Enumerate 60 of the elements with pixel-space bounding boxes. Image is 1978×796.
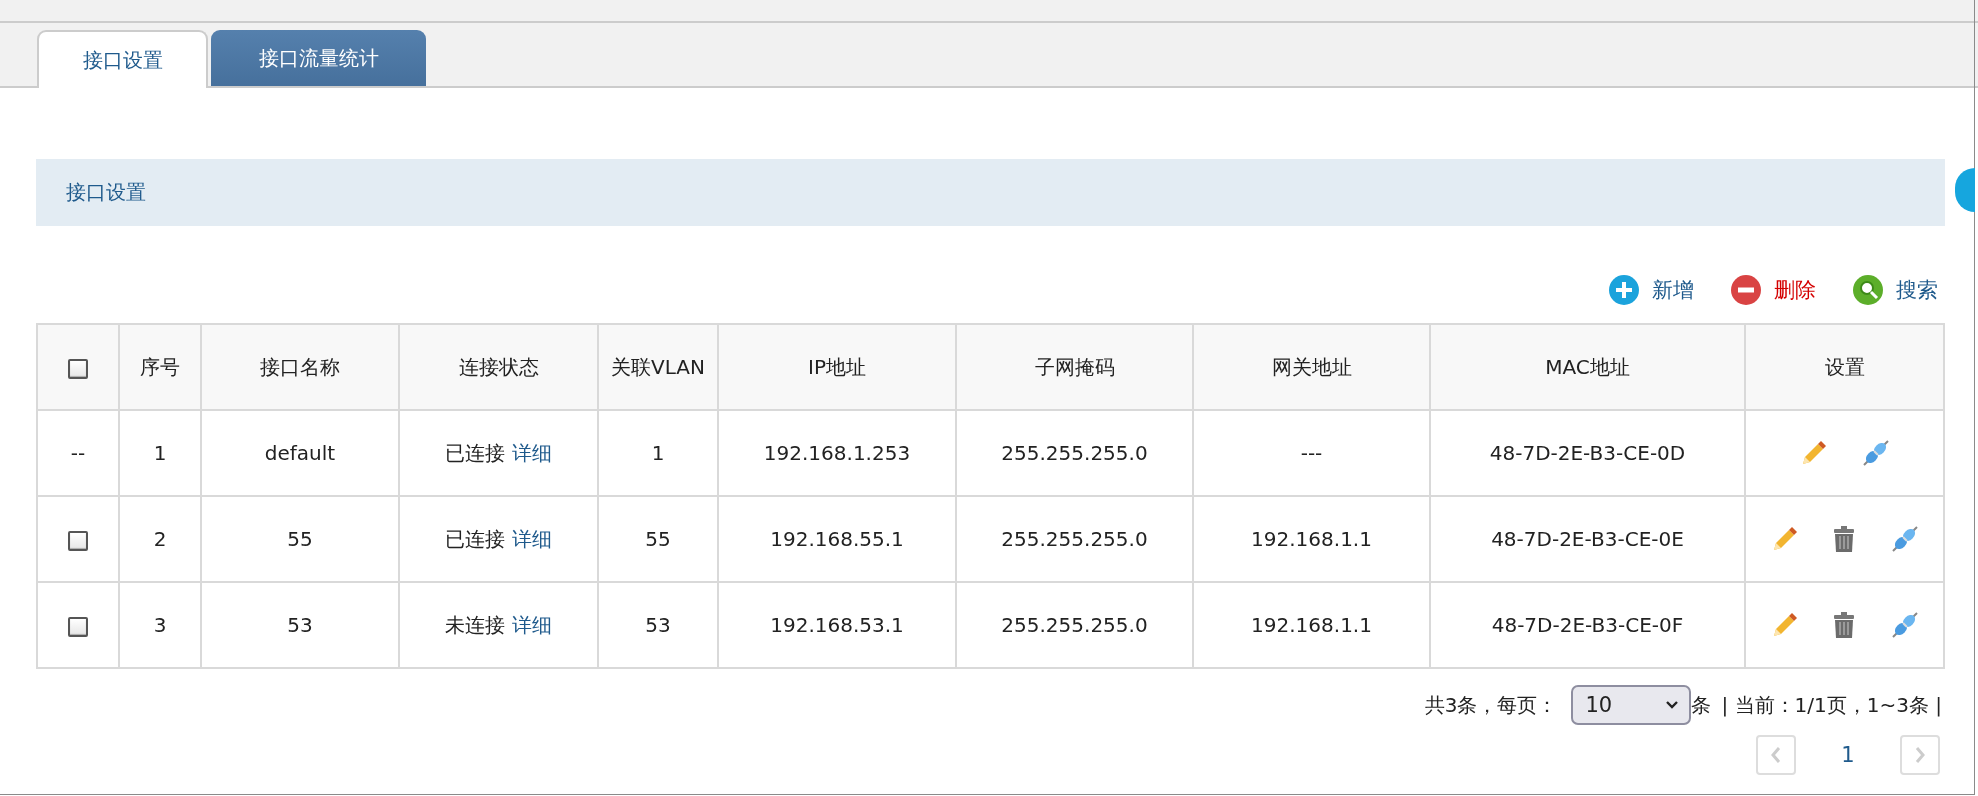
table-cell: 192.168.1.1 (1193, 496, 1430, 582)
table-cell: 1 (119, 410, 201, 496)
table-cell: 55 (201, 496, 399, 582)
table-cell: 3 (119, 582, 201, 668)
status-text: 已连接 (445, 440, 506, 465)
table-cell: 53 (201, 582, 399, 668)
add-button[interactable]: 新增 (1652, 276, 1694, 304)
checkbox[interactable] (68, 616, 88, 637)
section-title: 接口设置 (66, 179, 146, 206)
table-cell: 255.255.255.0 (956, 582, 1193, 668)
table-cell: 48-7D-2E-B3-CE-0E (1430, 496, 1745, 582)
column-header: IP地址 (718, 324, 956, 410)
column-header: MAC地址 (1430, 324, 1745, 410)
column-header: 连接状态 (399, 324, 598, 410)
current-page-info: | 当前：1/1页，1~3条 | (1721, 691, 1942, 719)
table-cell: 255.255.255.0 (956, 410, 1193, 496)
column-header: 网关地址 (1193, 324, 1430, 410)
table-cell: 192.168.1.253 (718, 410, 956, 496)
table-cell: default (201, 410, 399, 496)
table-cell: 1 (598, 410, 718, 496)
page-size-select[interactable]: 10 (1571, 685, 1692, 725)
floating-button[interactable] (1955, 168, 1975, 212)
column-header: 关联VLAN (598, 324, 718, 410)
total-text: 共3条，每页： (1424, 691, 1558, 719)
table-cell: 255.255.255.0 (956, 496, 1193, 582)
column-header: 序号 (119, 324, 201, 410)
page-number[interactable]: 1 (1828, 743, 1868, 767)
chevron-left-icon (1770, 745, 1782, 765)
minus-icon (1730, 274, 1762, 306)
table-cell: 53 (598, 582, 718, 668)
unit-text: 条 (1691, 691, 1712, 719)
tab[interactable]: 接口流量统计 (211, 30, 426, 86)
checkbox[interactable] (68, 358, 88, 379)
table-cell: 48-7D-2E-B3-CE-0F (1430, 582, 1745, 668)
table-cell: 2 (119, 496, 201, 582)
status-text: 未连接 (445, 612, 506, 637)
tab[interactable]: 接口设置 (37, 30, 208, 88)
table-cell: 48-7D-2E-B3-CE-0D (1430, 410, 1745, 496)
chevron-icon (1665, 700, 1680, 710)
column-header: 接口名称 (201, 324, 399, 410)
detail-link[interactable]: 详细 (511, 612, 552, 637)
search-icon (1852, 274, 1884, 306)
delete-button[interactable]: 删除 (1774, 276, 1816, 304)
status-text: 已连接 (445, 526, 506, 551)
trash-icon[interactable] (1831, 611, 1856, 639)
column-header: 子网掩码 (956, 324, 1193, 410)
add-icon (1608, 274, 1640, 306)
chevron-right-icon (1914, 745, 1926, 765)
table-cell: 192.168.55.1 (718, 496, 956, 582)
trash-icon[interactable] (1831, 525, 1856, 553)
column-header: 设置 (1745, 324, 1944, 410)
table-cell: -- (37, 410, 119, 496)
search-button[interactable]: 搜索 (1896, 276, 1938, 304)
detail-link[interactable]: 详细 (511, 440, 552, 465)
table-cell: --- (1193, 410, 1430, 496)
table-cell: 55 (598, 496, 718, 582)
checkbox[interactable] (68, 530, 88, 551)
table-cell: 192.168.53.1 (718, 582, 956, 668)
detail-link[interactable]: 详细 (511, 526, 552, 551)
table-cell: 192.168.1.1 (1193, 582, 1430, 668)
